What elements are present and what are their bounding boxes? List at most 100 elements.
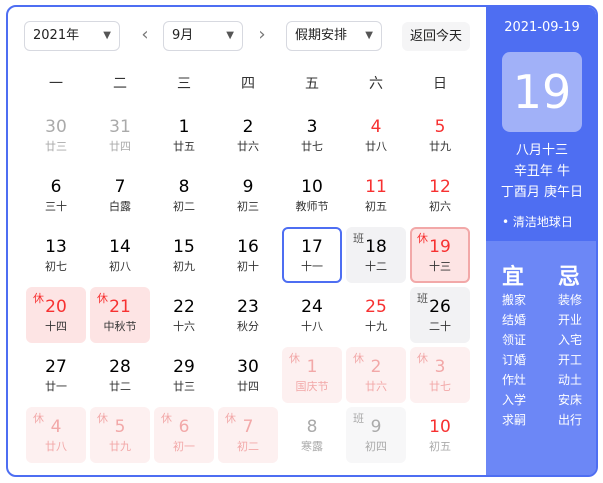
- day-number: 27: [45, 357, 67, 377]
- holiday-select[interactable]: 假期安排 ▼: [286, 21, 382, 51]
- day-number: 2: [242, 117, 254, 137]
- day-cell[interactable]: 休 4 廿八: [26, 407, 86, 463]
- lunar-label: 廿五: [173, 140, 195, 153]
- day-cell[interactable]: 8 寒露: [282, 407, 342, 463]
- day-number: 10: [429, 417, 451, 437]
- month-select[interactable]: 9月 ▼: [163, 21, 243, 51]
- day-cell[interactable]: 休 3 廿七: [410, 347, 470, 403]
- lunar-label: 廿四: [237, 380, 259, 393]
- chevron-left-icon: ‹: [141, 24, 149, 45]
- day-cell[interactable]: 15 初九: [154, 227, 214, 283]
- day-cell[interactable]: 休 1 国庆节: [282, 347, 342, 403]
- day-number: 29: [173, 357, 195, 377]
- lunar-label: 十六: [173, 320, 195, 333]
- day-cell[interactable]: 28 廿二: [90, 347, 150, 403]
- day-detail-panel: 2021-09-19 19 八月十三 辛丑年 牛 丁酉月 庚午日 • 清洁地球日…: [486, 7, 596, 475]
- day-cell[interactable]: 24 十八: [282, 287, 342, 343]
- lunar-label: 白露: [109, 200, 131, 213]
- ji-item: 装修: [558, 293, 583, 307]
- ji-item: 开工: [558, 353, 583, 367]
- day-cell[interactable]: 8 初二: [154, 167, 214, 223]
- year-select[interactable]: 2021年 ▼: [24, 21, 120, 51]
- day-cell[interactable]: 31 廿四: [90, 107, 150, 163]
- lunar-label: 初一: [173, 440, 195, 453]
- day-cell[interactable]: 9 初三: [218, 167, 278, 223]
- day-number: 26: [429, 297, 451, 317]
- weekday-label: 三: [177, 76, 191, 92]
- day-cell[interactable]: 25 十九: [346, 287, 406, 343]
- ji-item: 入宅: [558, 333, 583, 347]
- day-cell[interactable]: 3 廿七: [282, 107, 342, 163]
- day-cell[interactable]: 5 廿九: [410, 107, 470, 163]
- back-to-today-button[interactable]: 返回今天: [402, 22, 470, 51]
- day-cell[interactable]: 17 十一: [282, 227, 342, 283]
- yi-heading: 宜: [502, 265, 525, 290]
- day-number: 9: [370, 417, 382, 437]
- day-cell[interactable]: 29 廿三: [154, 347, 214, 403]
- lunar-month-day: 丁酉月 庚午日: [500, 185, 584, 200]
- day-grid: 30 廿三 31 廿四 1 廿五 2 廿六 3 廿七 4 廿八 5 廿九 6 三十 7 白露 8 初二 9 初三 10 教师节…: [24, 107, 472, 473]
- day-cell[interactable]: 10 教师节: [282, 167, 342, 223]
- day-number: 31: [109, 117, 131, 137]
- ji-item: 开业: [558, 313, 583, 327]
- day-cell[interactable]: 10 初五: [410, 407, 470, 463]
- day-cell[interactable]: 休 7 初二: [218, 407, 278, 463]
- day-cell[interactable]: 13 初七: [26, 227, 86, 283]
- yi-item: 求嗣: [502, 413, 527, 427]
- lunar-label: 廿三: [45, 140, 67, 153]
- lunar-label: 十八: [301, 320, 323, 333]
- lunar-label: 初七: [45, 260, 67, 273]
- day-cell[interactable]: 30 廿四: [218, 347, 278, 403]
- day-number: 16: [237, 237, 259, 257]
- day-cell[interactable]: 休 20 十四: [26, 287, 86, 343]
- day-cell[interactable]: 7 白露: [90, 167, 150, 223]
- day-number: 21: [109, 297, 131, 317]
- day-number: 11: [365, 177, 387, 197]
- day-number: 6: [50, 177, 62, 197]
- day-cell[interactable]: 班 9 初四: [346, 407, 406, 463]
- day-number: 1: [178, 117, 190, 137]
- day-cell[interactable]: 23 秋分: [218, 287, 278, 343]
- day-cell[interactable]: 11 初五: [346, 167, 406, 223]
- day-cell[interactable]: 14 初八: [90, 227, 150, 283]
- yi-item: 结婚: [502, 313, 527, 327]
- weekday-label: 二: [113, 76, 127, 92]
- day-number: 4: [370, 117, 382, 137]
- day-cell[interactable]: 班 26 二十: [410, 287, 470, 343]
- day-cell[interactable]: 30 廿三: [26, 107, 86, 163]
- lunar-label: 廿八: [365, 140, 387, 153]
- lunar-label: 廿六: [237, 140, 259, 153]
- day-cell[interactable]: 16 初十: [218, 227, 278, 283]
- festival-label: • 清洁地球日: [502, 215, 573, 229]
- day-cell[interactable]: 6 三十: [26, 167, 86, 223]
- lunar-label: 廿二: [109, 380, 131, 393]
- day-cell[interactable]: 休 6 初一: [154, 407, 214, 463]
- day-cell[interactable]: 休 5 廿九: [90, 407, 150, 463]
- yi-item: 领证: [502, 333, 527, 347]
- lunar-label: 教师节: [295, 200, 329, 213]
- day-number: 12: [429, 177, 451, 197]
- ji-item: 安床: [558, 393, 583, 407]
- day-cell[interactable]: 4 廿八: [346, 107, 406, 163]
- day-number: 8: [306, 417, 318, 437]
- day-number: 13: [45, 237, 67, 257]
- day-cell[interactable]: 22 十六: [154, 287, 214, 343]
- day-cell[interactable]: 休 21 中秋节: [90, 287, 150, 343]
- next-month-button[interactable]: ›: [251, 21, 273, 51]
- lunar-label: 国庆节: [295, 380, 329, 393]
- day-cell[interactable]: 休 2 廿六: [346, 347, 406, 403]
- lunar-label: 初九: [173, 260, 195, 273]
- lunar-label: 初十: [237, 260, 259, 273]
- day-number: 3: [306, 117, 318, 137]
- day-cell[interactable]: 休 19 十三: [410, 227, 470, 283]
- day-cell[interactable]: 27 廿一: [26, 347, 86, 403]
- prev-month-button[interactable]: ‹: [134, 21, 156, 51]
- selected-day-number: 19: [502, 52, 582, 132]
- day-cell[interactable]: 1 廿五: [154, 107, 214, 163]
- day-cell[interactable]: 班 18 十二: [346, 227, 406, 283]
- day-cell[interactable]: 12 初六: [410, 167, 470, 223]
- lunar-label: 三十: [45, 200, 67, 213]
- day-cell[interactable]: 2 廿六: [218, 107, 278, 163]
- chevron-right-icon: ›: [258, 24, 266, 45]
- day-number: 1: [306, 357, 318, 377]
